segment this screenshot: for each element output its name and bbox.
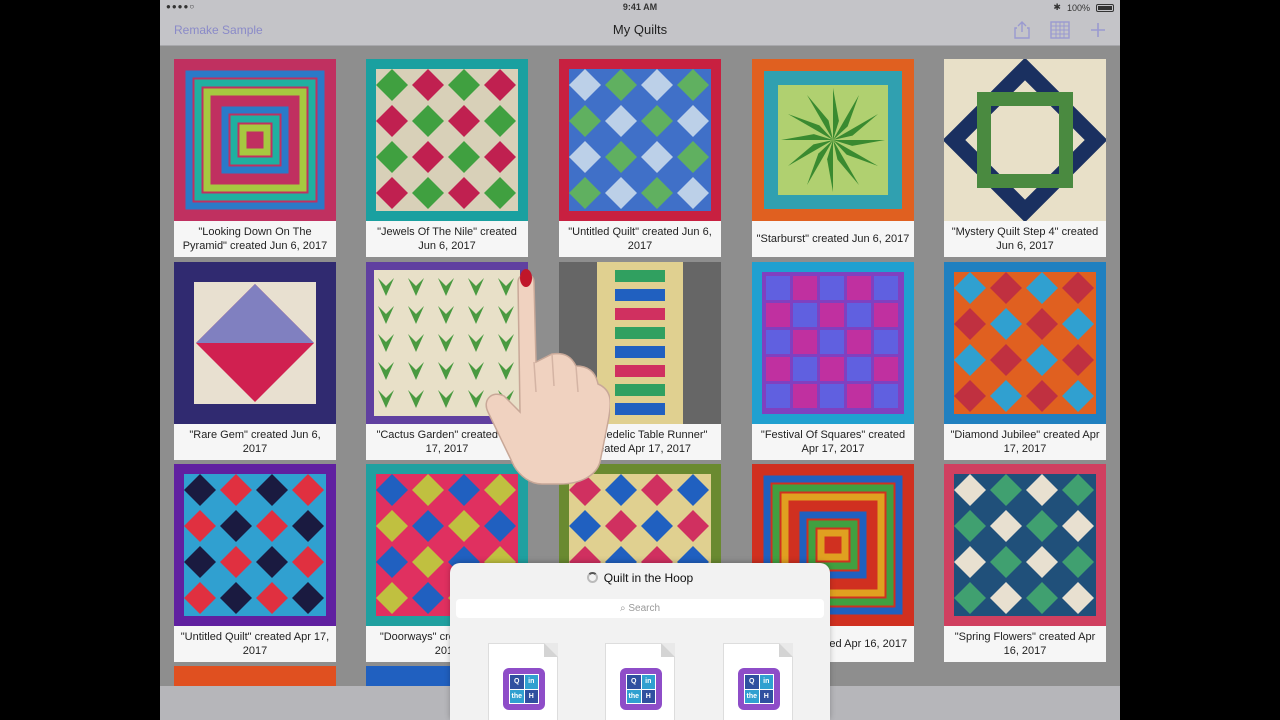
quilt-thumbnail [366,59,528,221]
quilt-document[interactable]: Qin the H [723,643,793,720]
quilt-thumbnail [752,262,914,424]
app-icon-letter: H [759,689,773,703]
quilt-tile[interactable]: "Psychedelic Table Runner" created Apr 1… [559,262,721,460]
battery-icon [1096,3,1114,12]
quilt-caption: "Festival Of Squares" created Apr 17, 20… [760,429,906,455]
quilt-caption: "Diamond Jubilee" created Apr 17, 2017 [950,429,1100,455]
app-icon-letter: in [524,675,538,689]
app-icon-letter: Q [627,675,641,689]
quilt-tile[interactable]: "Jewels Of The Nile" created Jun 6, 2017 [366,59,528,257]
quilt-caption: "Spring Flowers" created Apr 16, 2017 [954,631,1096,657]
quilt-thumbnail [752,59,914,221]
app-icon-letter: the [745,689,759,703]
app-icon-letter: Q [510,675,524,689]
quilt-thumbnail [944,464,1106,626]
share-icon[interactable] [1012,20,1032,40]
navigation-bar: Remake Sample My Quilts [160,14,1120,46]
status-time: 9:41 AM [622,2,658,12]
quilt-tile[interactable]: "Starburst" created Jun 6, 2017 [752,59,914,257]
quilt-tile[interactable]: "Cactus Garden" created Apr 17, 2017 [366,262,528,460]
quilt-caption: "Mystery Quilt Step 4" created Jun 6, 20… [951,226,1099,252]
app-icon-letter: Q [745,675,759,689]
page-title: My Quilts [612,22,668,37]
quilt-thumbnail [559,59,721,221]
app-icon-letter: the [627,689,641,703]
quilt-thumbnail [174,59,336,221]
quilt-tile[interactable]: "Mystery Quilt Step 4" created Jun 6, 20… [944,59,1106,257]
quilt-caption: "Jewels Of The Nile" created Jun 6, 2017 [377,226,517,252]
quilt-caption: "Rare Gem" created Jun 6, 2017 [189,429,321,455]
sheet-title: Quilt in the Hoop [603,571,694,585]
app-icon-letter: the [510,689,524,703]
bluetooth-icon: ✱ [1053,2,1061,12]
quilt-in-the-hoop-app-icon: Qin the H [620,668,662,710]
quilt-thumbnail [366,262,528,424]
quilt-tile[interactable]: "Looking Down On The Pyramid" created Ju… [174,59,336,257]
app-icon-letter: in [759,675,773,689]
quilt-in-the-hoop-app-icon: Qin the H [503,668,545,710]
quilt-in-the-hoop-app-icon: Qin the H [738,668,780,710]
app-icon-letter: H [641,689,655,703]
app-icon-letter: H [524,689,538,703]
quilt-thumbnail [944,262,1106,424]
quilt-tile-partial[interactable] [174,666,336,686]
quilt-caption: "Untitled Quilt" created Apr 17, 2017 [180,631,330,657]
ipad-screen: ●●●●○ 9:41 AM ✱ 100% Remake Sample My Qu… [160,0,1120,720]
quilt-tile[interactable]: "Festival Of Squares" created Apr 17, 20… [752,262,914,460]
quilt-tile[interactable]: "Diamond Jubilee" created Apr 17, 2017 [944,262,1106,460]
quilt-thumbnail [174,464,336,626]
search-input[interactable]: ⌕ Search [456,599,824,618]
quilt-document[interactable]: Qin the H [488,643,558,720]
app-icon-letter: in [641,675,655,689]
quilt-tile[interactable]: "Untitled Quilt" created Jun 6, 2017 [559,59,721,257]
share-sheet: Quilt in the Hoop ⌕ Search Qin the H Qin the… [450,563,830,720]
loading-spinner-icon [586,572,598,583]
quilt-tile[interactable]: "Untitled Quilt" created Apr 17, 2017 [174,464,336,662]
status-bar: ●●●●○ 9:41 AM ✱ 100% [160,0,1120,14]
grid-icon[interactable] [1050,20,1070,40]
quilt-thumbnail [944,59,1106,221]
quilt-thumbnail [559,262,721,424]
battery-percent: 100% [1066,2,1090,13]
quilt-caption: "Starburst" created Jun 6, 2017 [756,233,910,245]
quilt-caption: "Psychedelic Table Runner" created Apr 1… [572,429,708,455]
quilt-tile[interactable]: "Spring Flowers" created Apr 16, 2017 [944,464,1106,662]
quilt-document[interactable]: Qin the H [605,643,675,720]
quilt-caption: "Looking Down On The Pyramid" created Ju… [182,226,328,252]
plus-icon[interactable] [1088,20,1108,40]
quilt-caption: "Cactus Garden" created Apr 17, 2017 [376,429,518,455]
quilt-thumbnail [174,262,336,424]
quilt-tile[interactable]: "Rare Gem" created Jun 6, 2017 [174,262,336,460]
search-placeholder: Search [628,603,661,614]
quilt-caption: "Untitled Quilt" created Jun 6, 2017 [568,226,712,252]
